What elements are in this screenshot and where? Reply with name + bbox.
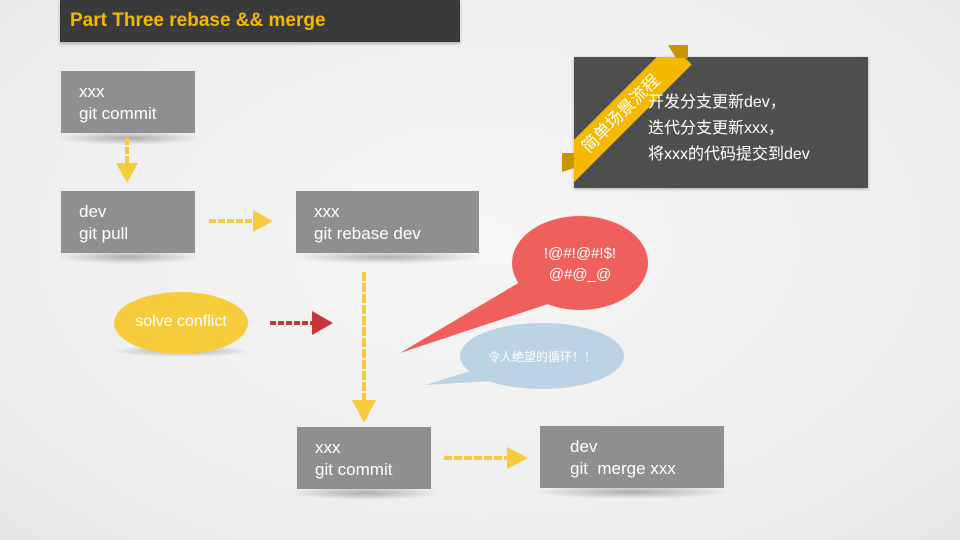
ribbon-fold-top bbox=[668, 45, 688, 58]
ribbon-folds bbox=[562, 45, 688, 172]
ribbon-fold-left bbox=[562, 153, 574, 172]
